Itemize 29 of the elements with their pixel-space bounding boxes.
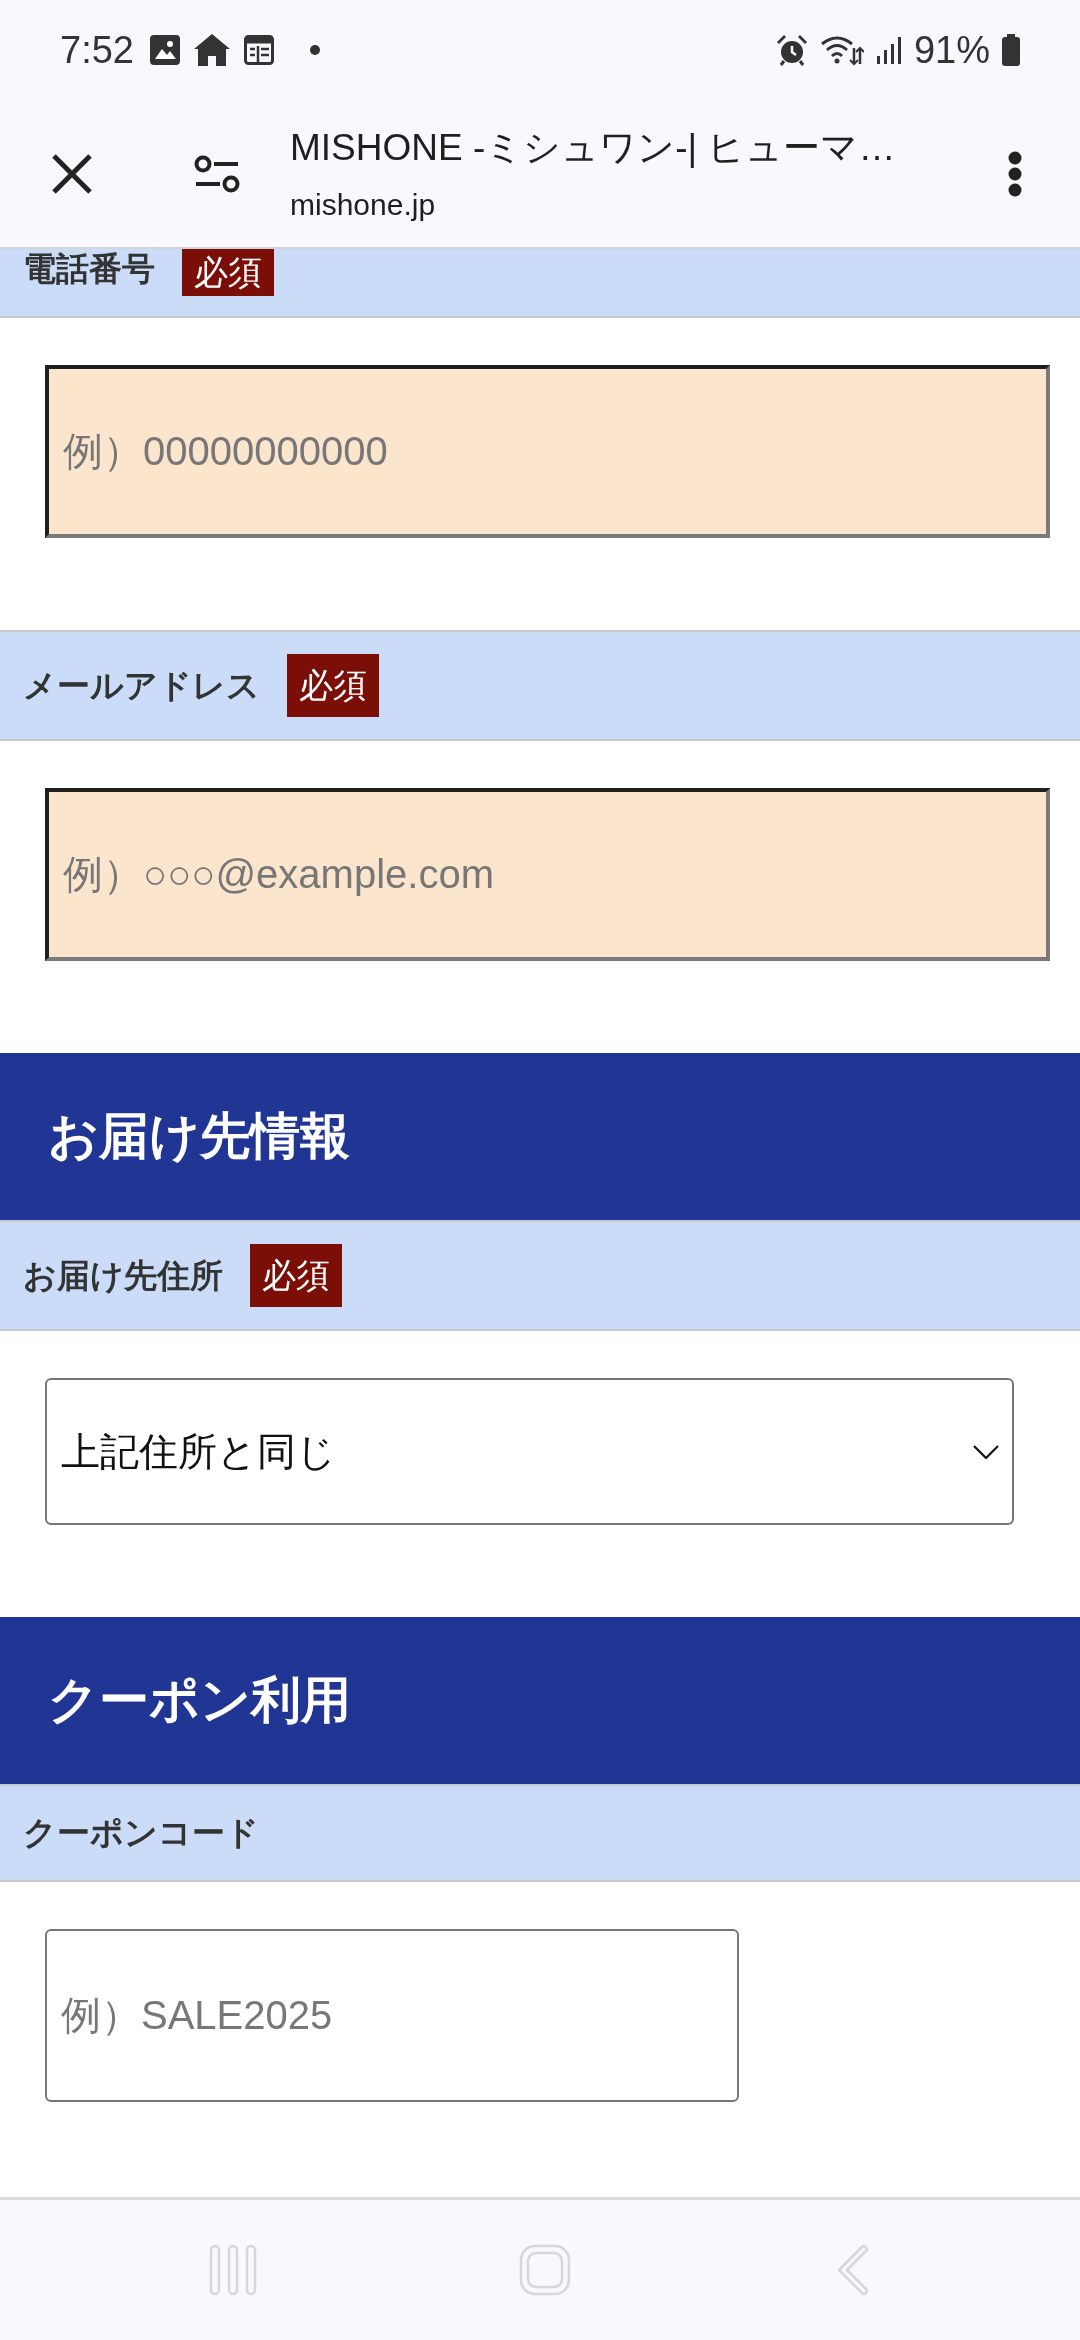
page-settings-icon[interactable] bbox=[194, 154, 240, 193]
section-heading: お届け先情報 bbox=[0, 1053, 1080, 1220]
battery-percentage: 91% bbox=[913, 28, 990, 72]
battery-icon bbox=[1002, 34, 1020, 66]
status-time: 7:52 bbox=[60, 28, 134, 72]
notification-dot-icon bbox=[309, 45, 320, 55]
input-field[interactable]: 例）SALE2025 bbox=[45, 1929, 739, 2102]
more-options-icon[interactable] bbox=[1008, 150, 1022, 197]
input-field[interactable]: 例）00000000000 bbox=[45, 365, 1050, 538]
news-icon bbox=[243, 35, 274, 65]
alarm-icon bbox=[775, 34, 808, 66]
required-badge: 必須 bbox=[182, 249, 274, 296]
field-label: 電話番号 bbox=[23, 249, 155, 289]
signal-icon bbox=[875, 36, 904, 64]
close-icon[interactable] bbox=[50, 151, 94, 196]
dropdown-field[interactable]: 上記住所と同じ bbox=[45, 1378, 1014, 1525]
field-label: メールアドレス bbox=[23, 665, 260, 706]
required-badge: 必須 bbox=[250, 1244, 342, 1307]
home-icon bbox=[193, 34, 230, 66]
section-heading: クーポン利用 bbox=[0, 1617, 1080, 1784]
input-field[interactable]: 例）○○○@example.com bbox=[45, 788, 1050, 961]
field-label: クーポンコード bbox=[23, 1813, 259, 1853]
field-label: お届け先住所 bbox=[23, 1255, 223, 1296]
page-url: mishone.jp bbox=[290, 186, 437, 223]
wifi-icon bbox=[819, 34, 864, 66]
page-title: MISHONE -ミシュワン-| ヒューマ… bbox=[290, 125, 897, 170]
required-badge: 必須 bbox=[287, 654, 379, 717]
chevron-down-icon bbox=[973, 1444, 999, 1459]
image-icon bbox=[149, 35, 180, 65]
